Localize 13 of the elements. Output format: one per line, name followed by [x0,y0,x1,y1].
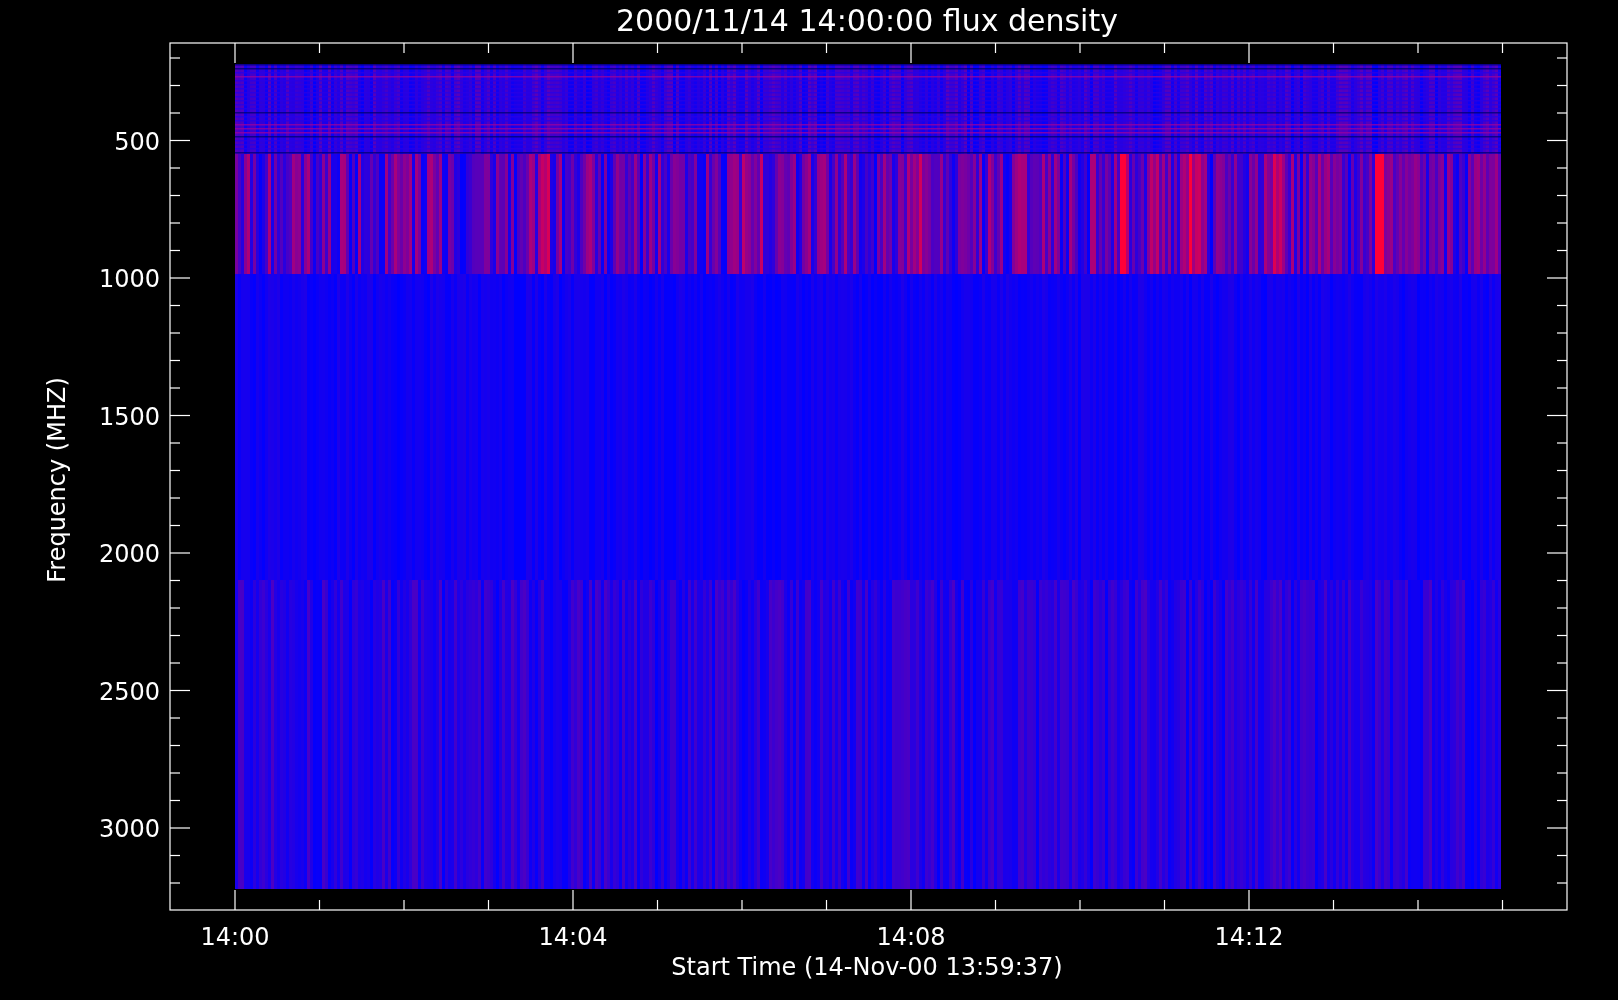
y-tick-label: 1500 [98,402,160,431]
x-tick-label: 14:00 [200,923,270,951]
y-axis-label: Frequency (MHZ) [43,377,71,583]
y-tick-label: 2500 [98,677,160,706]
x-tick-label: 14:12 [1214,923,1284,951]
x-tick-label: 14:08 [876,923,946,951]
y-tick-label: 500 [114,127,160,156]
y-tick-label: 2000 [98,540,160,568]
y-tick-label: 1000 [98,265,160,293]
x-tick-label: 14:04 [538,923,608,951]
x-axis-label: Start Time (14-Nov-00 13:59:37) [671,953,1063,981]
chart-title: 2000/11/14 14:00:00 flux density [616,3,1118,38]
y-tick-label: 3000 [98,815,160,843]
